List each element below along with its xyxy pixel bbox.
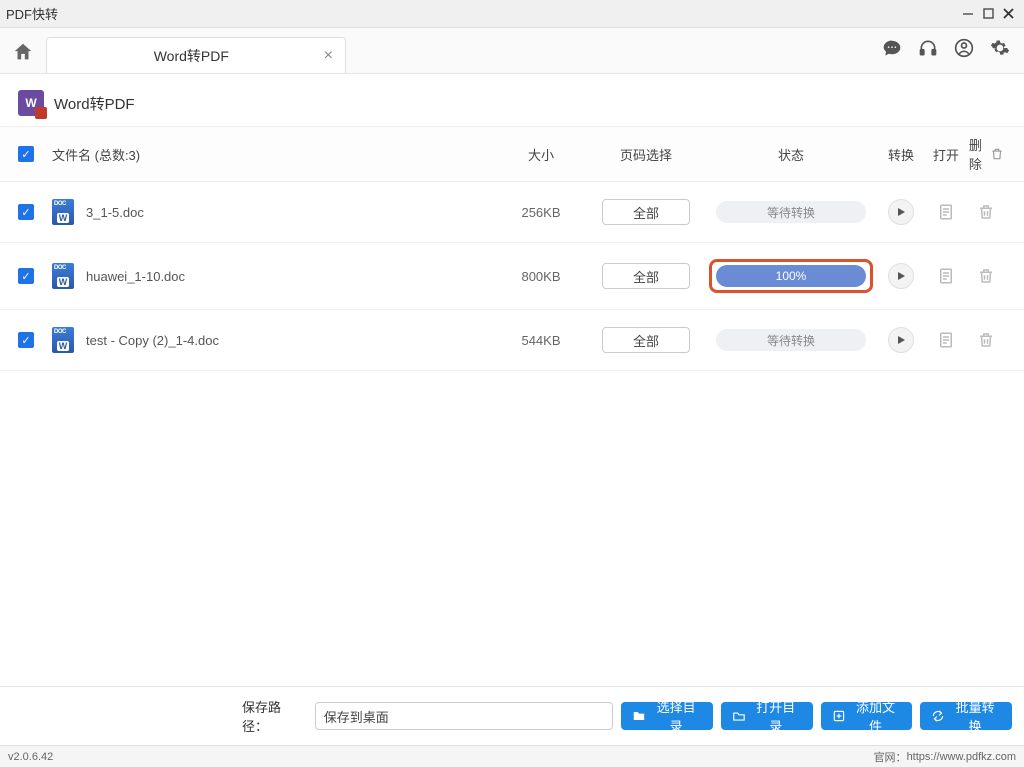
delete-row-icon[interactable] xyxy=(974,200,998,224)
tab-close-icon[interactable]: × xyxy=(324,47,333,65)
choose-dir-label: 选择目录 xyxy=(650,697,702,735)
toolbar-right xyxy=(880,36,1012,60)
status-badge: 等待转换 xyxy=(716,201,866,223)
add-file-button[interactable]: 添加文件 xyxy=(821,702,913,730)
filename: huawei_1-10.doc xyxy=(86,269,185,284)
file-size: 544KB xyxy=(496,333,586,348)
site-label: 官网： xyxy=(874,749,907,765)
row-checkbox[interactable]: ✓ xyxy=(18,332,34,348)
save-path-label: 保存路径： xyxy=(242,697,307,735)
save-path-input[interactable] xyxy=(315,702,614,730)
tab-word-to-pdf[interactable]: Word转PDF × xyxy=(46,37,346,73)
page-select-button[interactable]: 全部 xyxy=(602,263,690,289)
select-all-checkbox[interactable]: ✓ xyxy=(18,146,34,162)
page-title: Word转PDF xyxy=(54,93,135,114)
maximize-button[interactable] xyxy=(978,4,998,24)
chat-icon[interactable] xyxy=(880,36,904,60)
close-button[interactable] xyxy=(998,4,1018,24)
open-file-icon[interactable] xyxy=(934,200,958,224)
bottom-bar: 保存路径： 选择目录 打开目录 添加文件 批量转换 xyxy=(0,686,1024,745)
page-select-button[interactable]: 全部 xyxy=(602,327,690,353)
col-status: 状态 xyxy=(706,145,876,164)
add-file-label: 添加文件 xyxy=(850,697,902,735)
minimize-button[interactable] xyxy=(958,4,978,24)
col-size: 大小 xyxy=(496,145,586,164)
toolbar: Word转PDF × xyxy=(0,28,1024,74)
filename: 3_1-5.doc xyxy=(86,205,144,220)
convert-button[interactable] xyxy=(888,263,914,289)
batch-convert-button[interactable]: 批量转换 xyxy=(920,702,1012,730)
status-wrapper: 等待转换 xyxy=(713,198,869,226)
delete-row-icon[interactable] xyxy=(974,328,998,352)
headset-icon[interactable] xyxy=(916,36,940,60)
version-label: v2.0.6.42 xyxy=(8,751,53,763)
main-area: W Word转PDF ✓ 文件名 (总数:3) 大小 页码选择 状态 转换 打开… xyxy=(0,74,1024,686)
col-pages: 页码选择 xyxy=(586,145,706,164)
batch-convert-label: 批量转换 xyxy=(949,697,1001,735)
col-filename: 文件名 (总数:3) xyxy=(52,145,496,164)
convert-button[interactable] xyxy=(888,327,914,353)
open-dir-button[interactable]: 打开目录 xyxy=(721,702,813,730)
page-select-button[interactable]: 全部 xyxy=(602,199,690,225)
row-checkbox[interactable]: ✓ xyxy=(18,204,34,220)
doc-icon: W xyxy=(52,263,74,289)
titlebar: PDF快转 xyxy=(0,0,1024,28)
list-header: ✓ 文件名 (总数:3) 大小 页码选择 状态 转换 打开 删除 xyxy=(0,126,1024,182)
choose-dir-button[interactable]: 选择目录 xyxy=(621,702,713,730)
status-badge: 等待转换 xyxy=(716,329,866,351)
open-dir-label: 打开目录 xyxy=(750,697,802,735)
col-delete: 删除 xyxy=(966,135,1006,173)
table-row: ✓ W huawei_1-10.doc 800KB 全部 100% xyxy=(0,243,1024,310)
open-file-icon[interactable] xyxy=(934,264,958,288)
word-doc-icon: W xyxy=(18,90,44,116)
status-wrapper: 100% xyxy=(709,259,873,293)
col-convert: 转换 xyxy=(876,145,926,164)
convert-button[interactable] xyxy=(888,199,914,225)
account-icon[interactable] xyxy=(952,36,976,60)
app-title: PDF快转 xyxy=(6,4,958,23)
statusbar: v2.0.6.42 官网： https://www.pdfkz.com xyxy=(0,745,1024,767)
col-open: 打开 xyxy=(926,145,966,164)
table-row: ✓ W test - Copy (2)_1-4.doc 544KB 全部 等待转… xyxy=(0,310,1024,371)
site-url[interactable]: https://www.pdfkz.com xyxy=(907,751,1016,763)
col-delete-label: 删除 xyxy=(966,135,985,173)
gear-icon[interactable] xyxy=(988,36,1012,60)
open-file-icon[interactable] xyxy=(934,328,958,352)
row-checkbox[interactable]: ✓ xyxy=(18,268,34,284)
file-size: 256KB xyxy=(496,205,586,220)
tab-title: Word转PDF xyxy=(59,46,324,66)
doc-icon: W xyxy=(52,327,74,353)
status-badge: 100% xyxy=(716,265,866,287)
status-wrapper: 等待转换 xyxy=(713,326,869,354)
list-body: ✓ W 3_1-5.doc 256KB 全部 等待转换 ✓ xyxy=(0,182,1024,371)
filename: test - Copy (2)_1-4.doc xyxy=(86,333,219,348)
page-header: W Word转PDF xyxy=(0,74,1024,126)
delete-row-icon[interactable] xyxy=(974,264,998,288)
trash-icon[interactable] xyxy=(989,142,1006,166)
doc-icon: W xyxy=(52,199,74,225)
table-row: ✓ W 3_1-5.doc 256KB 全部 等待转换 xyxy=(0,182,1024,243)
home-icon[interactable] xyxy=(8,37,38,67)
file-size: 800KB xyxy=(496,269,586,284)
